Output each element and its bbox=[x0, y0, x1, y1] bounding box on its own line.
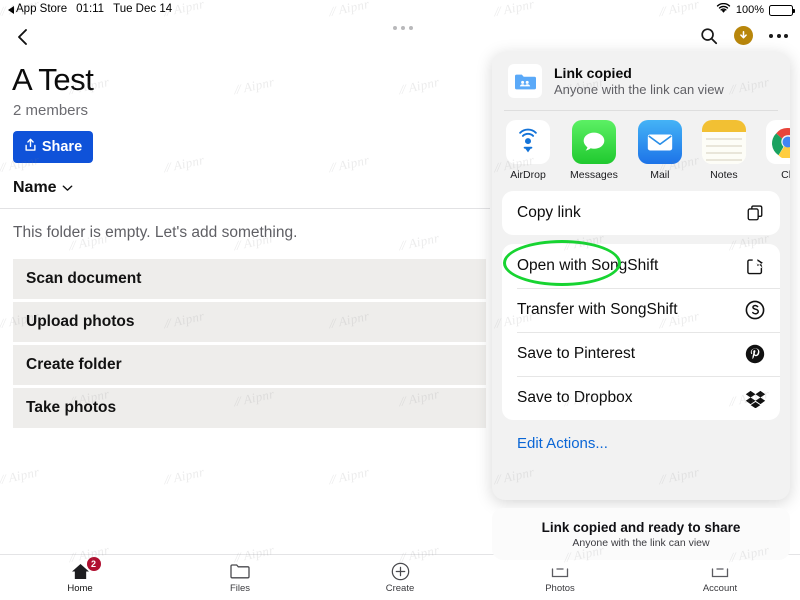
status-date: Tue Dec 14 bbox=[113, 3, 173, 15]
quick-action-label: Create folder bbox=[26, 356, 122, 373]
share-target-airdrop[interactable]: AirDrop bbox=[506, 120, 550, 181]
plus-circle-icon bbox=[391, 562, 410, 581]
share-sheet-header: Link copied Anyone with the link can vie… bbox=[492, 52, 790, 110]
multitask-dots-icon[interactable] bbox=[393, 26, 413, 30]
share-action-save-to-pinterest[interactable]: Save to Pinterest bbox=[502, 332, 780, 376]
share-button-label: Share bbox=[41, 139, 83, 155]
chevron-down-icon bbox=[62, 179, 73, 197]
share-target-label: Notes bbox=[710, 169, 738, 181]
status-bar-right: 100% bbox=[716, 2, 795, 17]
share-upload-icon bbox=[24, 138, 37, 157]
mail-icon bbox=[637, 120, 682, 164]
pinterest-icon bbox=[744, 343, 766, 365]
download-circle-icon[interactable] bbox=[734, 26, 753, 45]
share-target-label: Messages bbox=[570, 169, 618, 181]
share-target-label: AirDrop bbox=[510, 169, 546, 181]
quick-action-label: Take photos bbox=[26, 399, 117, 416]
sort-selector[interactable]: Name bbox=[13, 179, 73, 197]
share-target-messages[interactable]: Messages bbox=[570, 120, 618, 181]
tab-label: Photos bbox=[545, 582, 575, 594]
edit-actions-button[interactable]: Edit Actions... bbox=[492, 429, 790, 452]
sort-label: Name bbox=[13, 179, 57, 196]
songshift-icon bbox=[744, 299, 766, 321]
member-count-label: 2 members bbox=[13, 102, 89, 119]
share-action-label: Save to Pinterest bbox=[517, 345, 636, 362]
airdrop-icon bbox=[506, 120, 550, 164]
bottom-tab-bar: 2 Home Files Create Photos Account bbox=[0, 554, 800, 600]
photos-icon bbox=[551, 562, 569, 581]
share-action-label: Open with SongShift bbox=[517, 257, 659, 274]
quick-action-scan-document[interactable]: Scan document bbox=[13, 259, 486, 302]
folder-icon bbox=[230, 562, 250, 581]
share-target-notes[interactable]: Notes bbox=[701, 120, 746, 181]
quick-action-label: Upload photos bbox=[26, 313, 135, 330]
notes-icon bbox=[701, 120, 746, 164]
tab-create[interactable]: Create bbox=[320, 555, 480, 600]
toast-subtitle: Anyone with the link can view bbox=[572, 536, 710, 549]
back-app-label: App Store bbox=[16, 3, 68, 15]
ellipsis-icon[interactable] bbox=[769, 33, 788, 38]
quick-action-take-photos[interactable]: Take photos bbox=[13, 388, 486, 431]
toolbar-actions bbox=[700, 26, 788, 45]
status-bar-left: App Store 01:11 Tue Dec 14 bbox=[8, 3, 172, 15]
tab-label: Create bbox=[385, 582, 415, 594]
tab-home[interactable]: 2 Home bbox=[0, 555, 160, 600]
share-action-save-to-dropbox[interactable]: Save to Dropbox bbox=[502, 376, 780, 420]
link-copied-toast: Link copied and ready to share Anyone wi… bbox=[492, 508, 790, 560]
ipad-screen: App Store 01:11 Tue Dec 14 100% A Test 2… bbox=[0, 0, 800, 600]
tab-label: Home bbox=[67, 582, 93, 594]
home-icon: 2 bbox=[71, 556, 101, 581]
tab-label: Files bbox=[229, 582, 251, 594]
open-external-icon bbox=[744, 255, 766, 277]
share-action-label: Save to Dropbox bbox=[517, 389, 633, 406]
status-bar: App Store 01:11 Tue Dec 14 100% bbox=[0, 0, 800, 20]
tab-label: Account bbox=[702, 582, 738, 594]
share-action-label: Transfer with SongShift bbox=[517, 301, 678, 318]
share-actions-primary: Copy link bbox=[502, 191, 780, 235]
share-sheet-title: Link copied bbox=[554, 65, 632, 81]
shared-folder-icon bbox=[508, 64, 542, 98]
share-target-mail[interactable]: Mail bbox=[637, 120, 682, 181]
back-button[interactable] bbox=[14, 27, 32, 47]
tab-account[interactable]: Account bbox=[640, 555, 800, 600]
tab-photos[interactable]: Photos bbox=[480, 555, 640, 600]
battery-percent-label: 100% bbox=[735, 4, 764, 16]
wifi-icon bbox=[716, 2, 731, 17]
share-button[interactable]: Share bbox=[13, 131, 93, 163]
empty-state-message: This folder is empty. Let's add somethin… bbox=[13, 224, 298, 241]
page-title: A Test bbox=[12, 62, 94, 97]
share-target-label: Ch bbox=[781, 169, 790, 181]
share-action-transfer-with-songshift[interactable]: Transfer with SongShift bbox=[502, 288, 780, 332]
back-to-app-link[interactable]: App Store bbox=[8, 3, 67, 15]
account-icon bbox=[711, 562, 729, 581]
share-target-app-row: AirDrop Messages Mail Notes C bbox=[492, 111, 790, 191]
copy-icon bbox=[744, 202, 766, 224]
messages-icon bbox=[571, 120, 616, 164]
status-time: 01:11 bbox=[76, 3, 105, 15]
quick-action-label: Scan document bbox=[26, 270, 142, 287]
share-action-open-with-songshift[interactable]: Open with SongShift bbox=[502, 244, 780, 288]
share-target-label: Mail bbox=[650, 169, 670, 181]
tab-files[interactable]: Files bbox=[160, 555, 320, 600]
back-triangle-icon bbox=[8, 6, 14, 14]
share-action-copy-link[interactable]: Copy link bbox=[502, 191, 780, 235]
share-actions-secondary: Open with SongShift Transfer with SongSh… bbox=[502, 244, 780, 420]
share-action-label: Copy link bbox=[517, 204, 581, 221]
quick-action-list: Scan document Upload photos Create folde… bbox=[13, 259, 486, 431]
chrome-icon bbox=[765, 120, 790, 164]
battery-full-icon bbox=[769, 4, 795, 16]
divider bbox=[0, 208, 490, 209]
home-badge: 2 bbox=[86, 556, 101, 571]
app-toolbar bbox=[0, 20, 800, 54]
share-sheet: Link copied Anyone with the link can vie… bbox=[492, 52, 790, 500]
toast-title: Link copied and ready to share bbox=[541, 519, 741, 535]
share-sheet-subtitle: Anyone with the link can view bbox=[554, 82, 724, 97]
dropbox-icon bbox=[744, 387, 766, 409]
quick-action-upload-photos[interactable]: Upload photos bbox=[13, 302, 486, 345]
quick-action-create-folder[interactable]: Create folder bbox=[13, 345, 486, 388]
share-target-chrome[interactable]: Ch bbox=[765, 120, 790, 181]
search-icon[interactable] bbox=[700, 27, 718, 45]
